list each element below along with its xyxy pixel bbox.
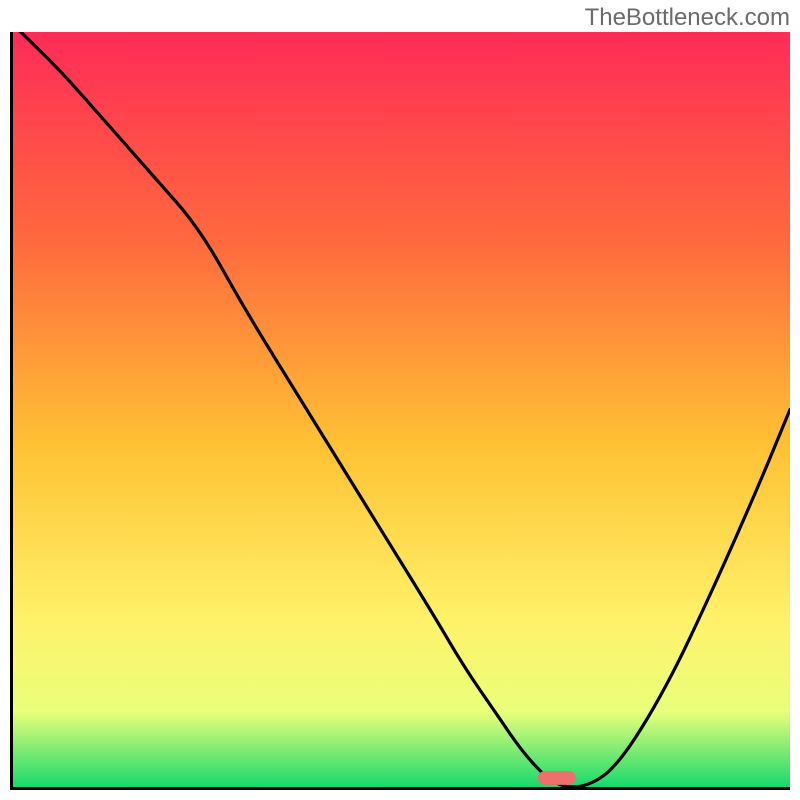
chart-container: TheBottleneck.com	[0, 0, 800, 800]
watermark-text: TheBottleneck.com	[585, 4, 790, 32]
chart-svg	[13, 32, 790, 787]
optimal-point-marker	[538, 771, 576, 785]
plot-area	[10, 32, 790, 790]
